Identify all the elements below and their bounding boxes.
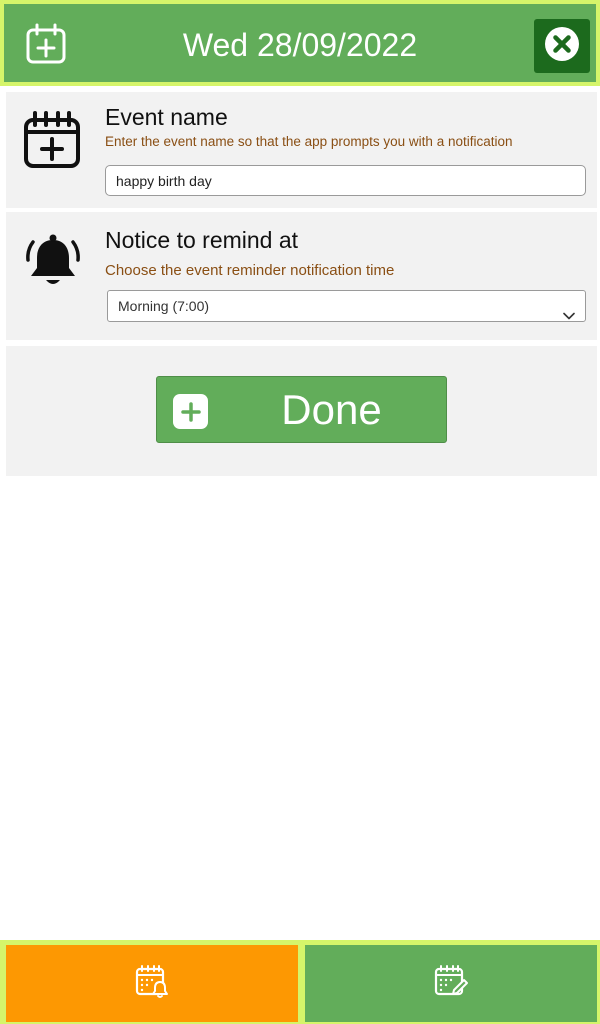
remind-time-hint: Choose the event reminder notification t… [105, 262, 395, 279]
reminder-time-value: Morning (7:00) [118, 298, 210, 314]
done-button-label: Done [281, 386, 382, 433]
event-name-label: Event name [105, 104, 228, 130]
nav-reminders-button[interactable] [6, 945, 298, 1022]
calendar-bell-icon [134, 963, 170, 1004]
done-section: Done [6, 346, 597, 476]
done-button[interactable]: Done [156, 376, 447, 443]
calendar-plus-icon [22, 108, 82, 175]
bell-icon [24, 232, 82, 297]
plus-icon [173, 394, 208, 429]
header-bar: Wed 28/09/2022 [0, 0, 600, 86]
reminder-time-select[interactable]: Morning (7:00) [107, 290, 586, 322]
page-title: Wed 28/09/2022 [182, 27, 418, 63]
calendar-edit-icon [433, 963, 469, 1004]
chevron-down-icon [563, 301, 575, 320]
event-name-hint: Enter the event name so that the app pro… [105, 134, 513, 149]
reminder-time-section: Notice to remind at Choose the event rem… [6, 212, 597, 340]
remind-time-label: Notice to remind at [105, 227, 299, 253]
close-button[interactable] [534, 19, 590, 73]
bottom-nav [0, 940, 600, 1024]
event-name-section: Event name Enter the event name so that … [6, 92, 597, 208]
nav-edit-button[interactable] [305, 945, 597, 1022]
close-icon [544, 26, 580, 67]
add-event-screen: Wed 28/09/2022 Event name Enter the even… [0, 0, 600, 1024]
event-name-input[interactable] [105, 165, 586, 196]
